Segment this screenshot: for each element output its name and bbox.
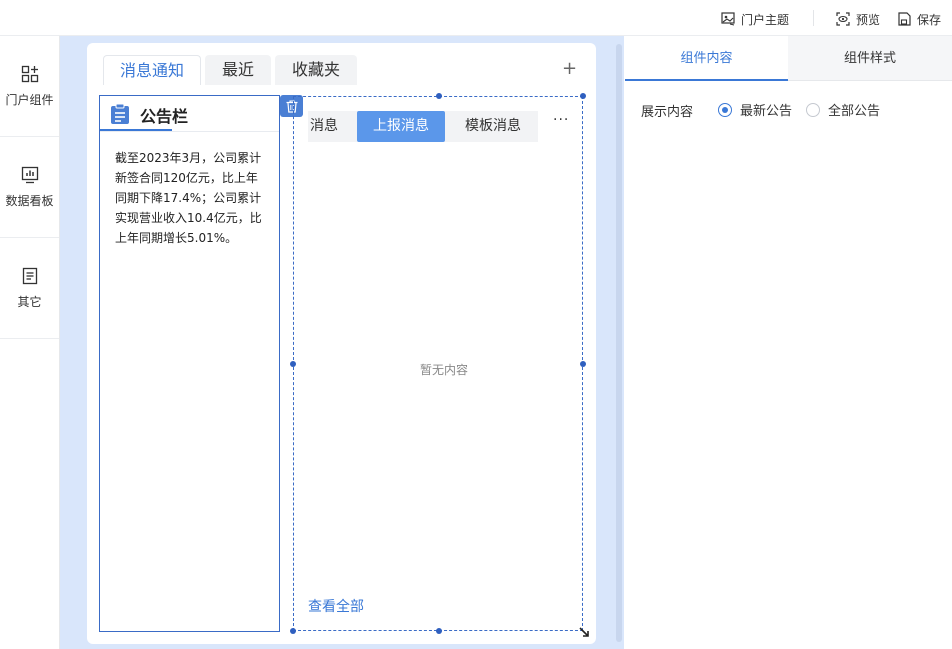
radio-label: 全部公告 xyxy=(828,104,881,119)
notice-title-underline xyxy=(100,129,172,131)
save-icon xyxy=(898,12,911,26)
resize-corner-icon[interactable] xyxy=(578,626,590,638)
resize-handle-bottom[interactable] xyxy=(436,628,442,634)
preview-icon xyxy=(836,12,850,26)
sidebar-item-label: 其它 xyxy=(17,294,42,309)
sidebar-item-portal-components[interactable]: 门户组件 xyxy=(0,36,59,137)
portal-theme-button[interactable]: 门户主题 xyxy=(721,9,789,29)
top-toolbar: 门户主题 预览 保存 xyxy=(0,0,952,36)
empty-state-text: 暂无内容 xyxy=(420,363,469,377)
components-icon xyxy=(21,65,38,82)
preview-label: 预览 xyxy=(856,12,881,27)
sidebar-item-label: 数据看板 xyxy=(5,193,54,208)
resize-handle-top-right[interactable] xyxy=(580,93,586,99)
message-tab-messages[interactable]: 消息 xyxy=(308,111,340,142)
more-options-button[interactable]: ··· xyxy=(553,112,569,128)
radio-all-notices[interactable]: 全部公告 xyxy=(806,100,880,119)
resize-handle-top[interactable] xyxy=(436,93,442,99)
left-sidebar: 门户组件 数据看板 其它 xyxy=(0,36,60,649)
properties-panel xyxy=(624,36,952,649)
sidebar-item-other[interactable]: 其它 xyxy=(0,238,59,339)
canvas-scrollbar[interactable] xyxy=(616,44,622,642)
sidebar-item-label: 门户组件 xyxy=(5,92,54,107)
message-tab-reported[interactable]: 上报消息 xyxy=(357,111,445,142)
radio-checked-icon xyxy=(718,102,732,117)
save-label: 保存 xyxy=(917,12,942,27)
radio-latest-notice[interactable]: 最新公告 xyxy=(718,100,792,119)
resize-handle-left[interactable] xyxy=(290,361,296,367)
message-tab-template[interactable]: 模板消息 xyxy=(457,111,529,142)
dashboard-icon xyxy=(21,166,38,183)
tab-favorites[interactable]: 收藏夹 xyxy=(275,55,357,85)
radio-label: 最新公告 xyxy=(740,104,793,119)
sidebar-item-data-dashboard[interactable]: 数据看板 xyxy=(0,137,59,238)
toolbar-divider xyxy=(813,10,814,26)
display-content-label: 展示内容 xyxy=(641,105,694,120)
tab-component-content[interactable]: 组件内容 xyxy=(625,36,788,81)
tab-component-style[interactable]: 组件样式 xyxy=(788,36,952,81)
document-icon xyxy=(22,267,37,284)
save-button[interactable]: 保存 xyxy=(897,9,941,29)
resize-handle-bottom-left[interactable] xyxy=(290,628,296,634)
resize-handle-right[interactable] xyxy=(580,361,586,367)
notice-board-header: 公告栏 xyxy=(100,96,279,132)
clipboard-icon xyxy=(111,103,129,124)
radio-unchecked-icon xyxy=(806,102,820,117)
add-tab-button[interactable]: + xyxy=(562,58,577,79)
portal-theme-label: 门户主题 xyxy=(741,12,790,27)
preview-button[interactable]: 预览 xyxy=(836,9,880,29)
tab-recent[interactable]: 最近 xyxy=(205,55,271,85)
notice-content: 截至2023年3月，公司累计新签合同120亿元，比上年同期下降17.4%；公司累… xyxy=(115,151,262,245)
notice-board-widget[interactable]: 公告栏 截至2023年3月，公司累计新签合同120亿元，比上年同期下降17.4%… xyxy=(99,95,280,632)
theme-icon xyxy=(721,12,735,26)
view-all-link[interactable]: 查看全部 xyxy=(308,596,364,616)
notice-board-title: 公告栏 xyxy=(140,107,189,126)
tab-message-notice[interactable]: 消息通知 xyxy=(103,55,201,85)
